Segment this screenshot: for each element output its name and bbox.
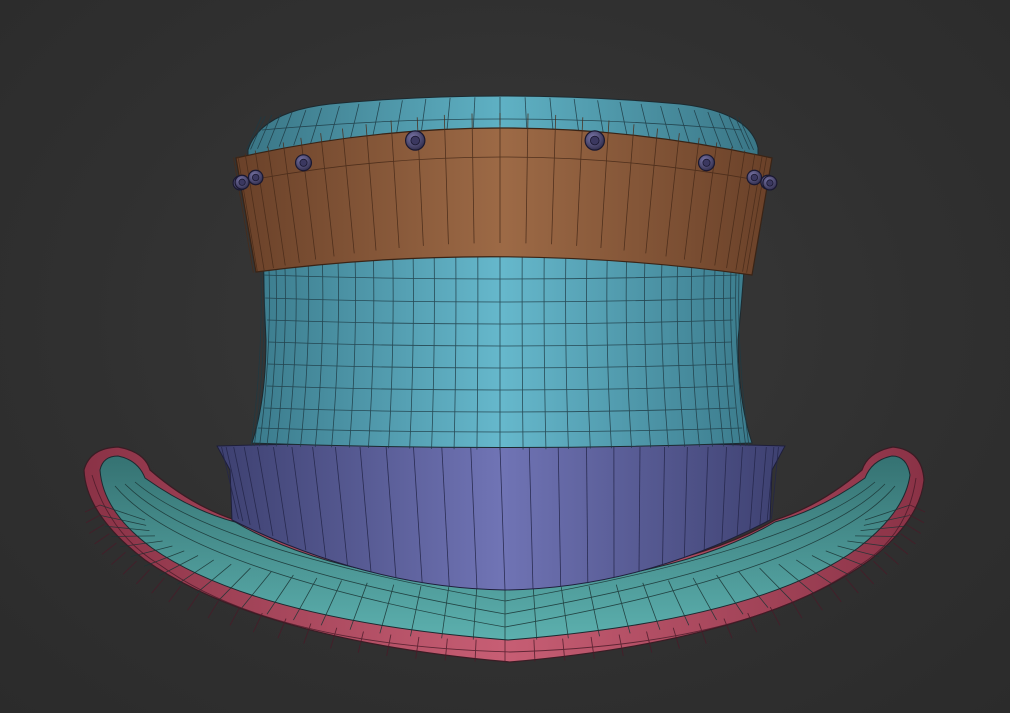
rivet-center [766, 179, 774, 187]
rivet-center [750, 173, 758, 182]
rivet-center [252, 173, 260, 182]
rivet-center [702, 158, 711, 167]
rivet-center [590, 135, 600, 146]
rivet-center [299, 158, 308, 167]
crown [250, 241, 753, 450]
hat-model-render [83, 95, 926, 663]
rivet-center [238, 178, 246, 186]
rivet-center [410, 135, 420, 146]
3d-viewport[interactable] [0, 0, 1010, 713]
